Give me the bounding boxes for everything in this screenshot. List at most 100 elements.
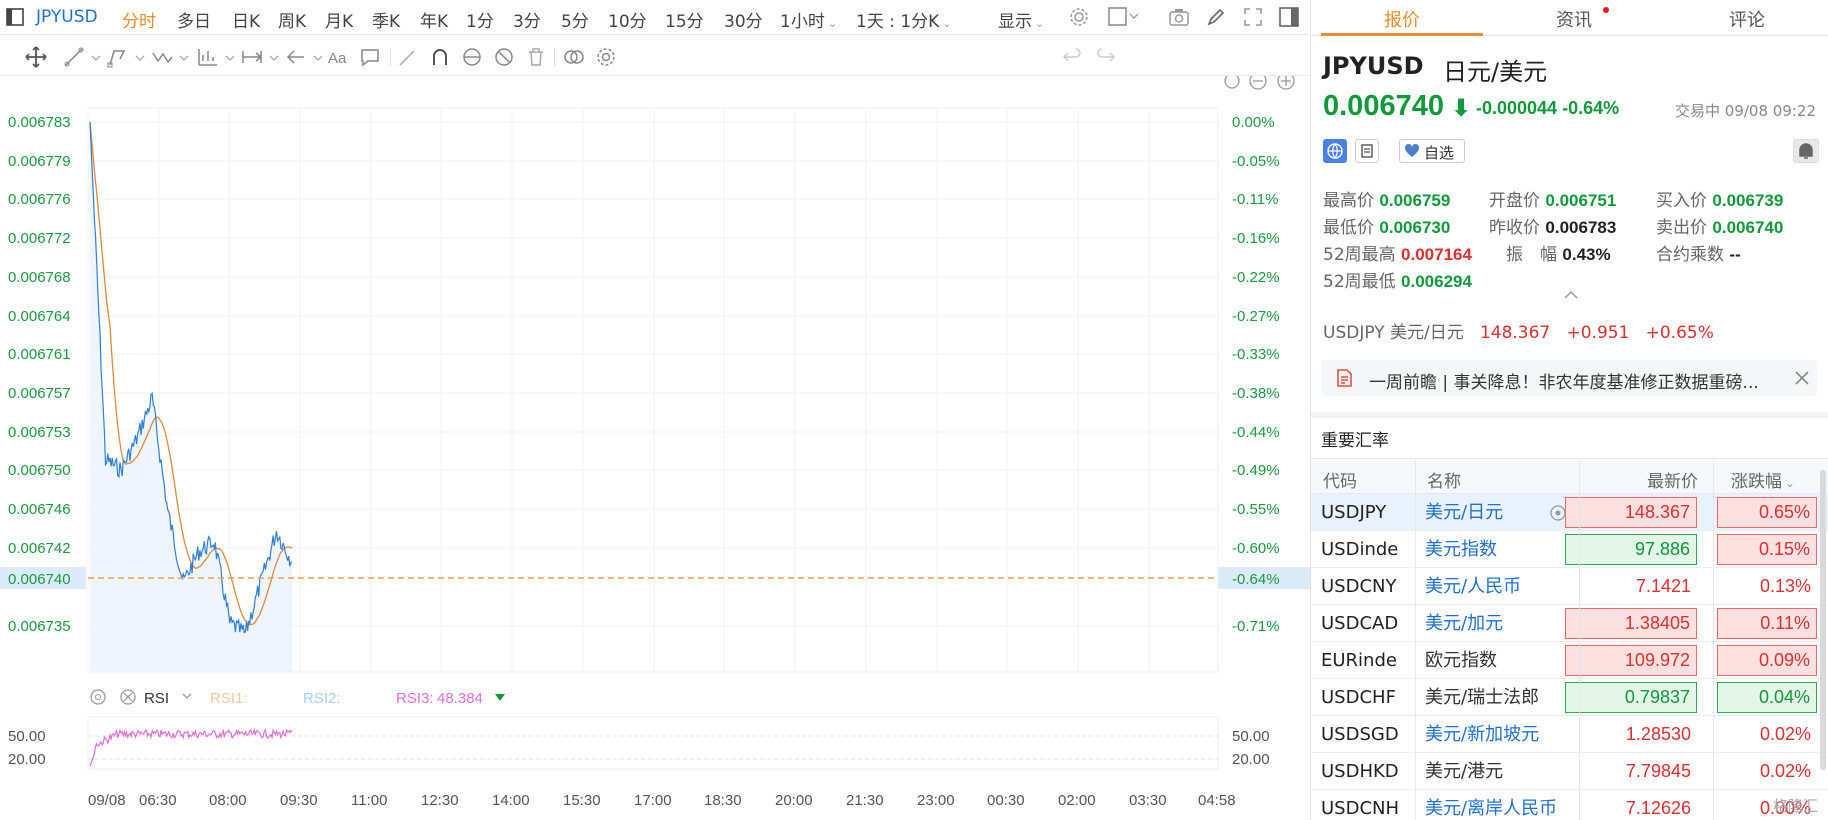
hide-drawing-icon[interactable]: [492, 45, 516, 69]
symbol-label[interactable]: JPYUSD: [36, 7, 98, 27]
period-tab-30m[interactable]: 30分: [724, 7, 763, 32]
magnet-icon[interactable]: [428, 45, 452, 69]
period-tab-10m[interactable]: 10分: [608, 7, 647, 32]
wave-pattern-icon[interactable]: [150, 45, 174, 69]
period-tab-1m[interactable]: 1分: [466, 7, 494, 32]
chart-reset-icon[interactable]: [1224, 76, 1240, 89]
tab-news[interactable]: 资讯: [1556, 6, 1592, 32]
related-pair[interactable]: USDJPY 美元/日元 148.367 +0.951 +0.65%: [1323, 318, 1714, 343]
row-price: 7.1421: [1635, 576, 1691, 596]
period-tab-multiday[interactable]: 多日: [177, 7, 211, 32]
toolbar-divider: [554, 48, 555, 66]
redo-icon[interactable]: [1094, 45, 1118, 69]
ruler-icon[interactable]: [396, 45, 420, 69]
quote-change: -0.000044 -0.64%: [1476, 98, 1620, 118]
polyline-icon[interactable]: [106, 45, 130, 69]
table-row[interactable]: USDHKD 美元/港元 7.79845 0.02%: [1311, 753, 1828, 790]
scrollbar[interactable]: [1820, 470, 1826, 770]
bookmark-icon[interactable]: [1355, 139, 1379, 163]
arrow-left-icon[interactable]: [284, 45, 308, 69]
row-name[interactable]: 美元/日元: [1425, 494, 1565, 531]
camera-icon[interactable]: [1168, 6, 1190, 32]
rsi-close-icon[interactable]: [120, 689, 136, 705]
period-tab-year[interactable]: 年K: [420, 7, 448, 32]
table-row[interactable]: USDSGD 美元/新加坡元 1.28530 0.02%: [1311, 716, 1828, 753]
text-tool-icon[interactable]: Aa: [326, 45, 350, 69]
col-name[interactable]: 名称: [1427, 467, 1461, 492]
period-dropdown-day-1m[interactable]: 1天 : 1分K ⌄: [856, 7, 952, 32]
period-tab-day[interactable]: 日K: [232, 7, 260, 32]
table-row[interactable]: EURinde 欧元指数 109.972 0.09%: [1311, 642, 1828, 679]
undo-icon[interactable]: [1060, 45, 1084, 69]
add-watchlist-button[interactable]: 自选: [1399, 139, 1465, 163]
close-icon[interactable]: [1793, 369, 1811, 387]
zoom-out-icon[interactable]: [1249, 76, 1267, 90]
display-dropdown[interactable]: 显示 ⌄: [998, 7, 1044, 32]
zoom-in-icon[interactable]: [1277, 76, 1295, 90]
period-dropdown-hour[interactable]: 1小时 ⌄: [780, 7, 837, 32]
fullscreen-icon[interactable]: [1242, 6, 1264, 32]
sidebar-toggle-icon[interactable]: [6, 8, 24, 30]
table-row[interactable]: USDCAD 美元/加元 1.38405 0.11%: [1311, 605, 1828, 642]
row-name[interactable]: 欧元指数: [1425, 642, 1565, 679]
bell-icon[interactable]: [1793, 139, 1819, 163]
period-tab-5m[interactable]: 5分: [561, 7, 589, 32]
chevron-down-icon[interactable]: [182, 693, 192, 699]
row-name[interactable]: 美元/新加坡元: [1425, 716, 1565, 753]
settings-icon[interactable]: [1068, 6, 1090, 32]
period-tab-week[interactable]: 周K: [278, 7, 306, 32]
col-code[interactable]: 代码: [1323, 467, 1357, 492]
y-tick-label: 0.006735: [8, 618, 71, 635]
stat-amplitude: 振 幅 0.43%: [1506, 245, 1611, 265]
rsi-settings-icon[interactable]: [90, 689, 106, 705]
table-row[interactable]: USDinde 美元指数 97.886 0.15%: [1311, 531, 1828, 568]
table-row[interactable]: USDCHF 美元/瑞士法郎 0.79837 0.04%: [1311, 679, 1828, 716]
move-cursor-icon[interactable]: [24, 45, 48, 69]
news-headline[interactable]: 一周前瞻 | 事关降息！非农年度基准修正数据重磅...: [1369, 368, 1759, 393]
row-name[interactable]: 美元/瑞士法郎: [1425, 679, 1565, 716]
period-tab-3m[interactable]: 3分: [513, 7, 541, 32]
news-banner[interactable]: 一周前瞻 | 事关降息！非农年度基准修正数据重磅...: [1321, 360, 1817, 396]
table-row[interactable]: USDCNY 美元/人民币 7.1421 0.13%: [1311, 568, 1828, 605]
trash-icon[interactable]: [524, 45, 548, 69]
chart-type-icon[interactable]: [1108, 7, 1140, 31]
row-name[interactable]: 美元/离岸人民币: [1425, 790, 1565, 820]
pencil-icon[interactable]: [1205, 6, 1227, 32]
chevron-down-icon[interactable]: [172, 45, 189, 69]
chevron-down-icon[interactable]: [262, 45, 279, 69]
trend-line-icon[interactable]: [62, 45, 86, 69]
row-name[interactable]: 美元/港元: [1425, 753, 1565, 790]
chevron-down-icon[interactable]: [306, 45, 323, 69]
collapse-icon[interactable]: [1563, 286, 1579, 305]
period-tab-15m[interactable]: 15分: [665, 7, 704, 32]
tab-comments[interactable]: 评论: [1729, 6, 1765, 32]
compare-icon[interactable]: [562, 45, 586, 69]
down-arrow-icon: ⬇: [1451, 94, 1472, 122]
comment-icon[interactable]: [358, 45, 382, 69]
pct-tick-label: -0.22%: [1232, 269, 1280, 286]
tab-quote[interactable]: 报价: [1384, 6, 1420, 32]
col-price[interactable]: 最新价: [1647, 467, 1698, 492]
globe-icon[interactable]: [1323, 139, 1347, 163]
fibonacci-icon[interactable]: [196, 45, 220, 69]
chevron-down-icon[interactable]: [128, 45, 145, 69]
table-row[interactable]: USDJPY 美元/日元 148.367 0.65%: [1311, 494, 1828, 531]
row-name[interactable]: 美元/加元: [1425, 605, 1565, 642]
table-row[interactable]: USDCNH 美元/离岸人民币 7.12626 0.00%: [1311, 790, 1828, 820]
col-change-pct[interactable]: 涨跌幅 ⌄: [1731, 467, 1795, 492]
lock-drawing-icon[interactable]: [460, 45, 484, 69]
chevron-down-icon[interactable]: [218, 45, 235, 69]
period-tab-quarter[interactable]: 季K: [372, 7, 400, 32]
stat-52w-high: 52周最高 0.007164: [1323, 245, 1472, 265]
period-tab-month[interactable]: 月K: [325, 7, 353, 32]
row-name[interactable]: 美元指数: [1425, 531, 1565, 568]
row-name[interactable]: 美元/人民币: [1425, 568, 1565, 605]
price-chart[interactable]: 0.006783 0.006779 0.006776 0.006772 0.006768…: [0, 76, 1310, 820]
x-tick-label: 06:30: [139, 792, 177, 809]
rsi-name[interactable]: RSI: [144, 690, 169, 707]
panel-toggle-icon[interactable]: [1278, 6, 1300, 32]
gear-icon[interactable]: [594, 45, 618, 69]
chevron-down-icon[interactable]: [84, 45, 101, 69]
period-tab-timeshare[interactable]: 分时: [122, 7, 156, 32]
measure-icon[interactable]: [240, 45, 264, 69]
